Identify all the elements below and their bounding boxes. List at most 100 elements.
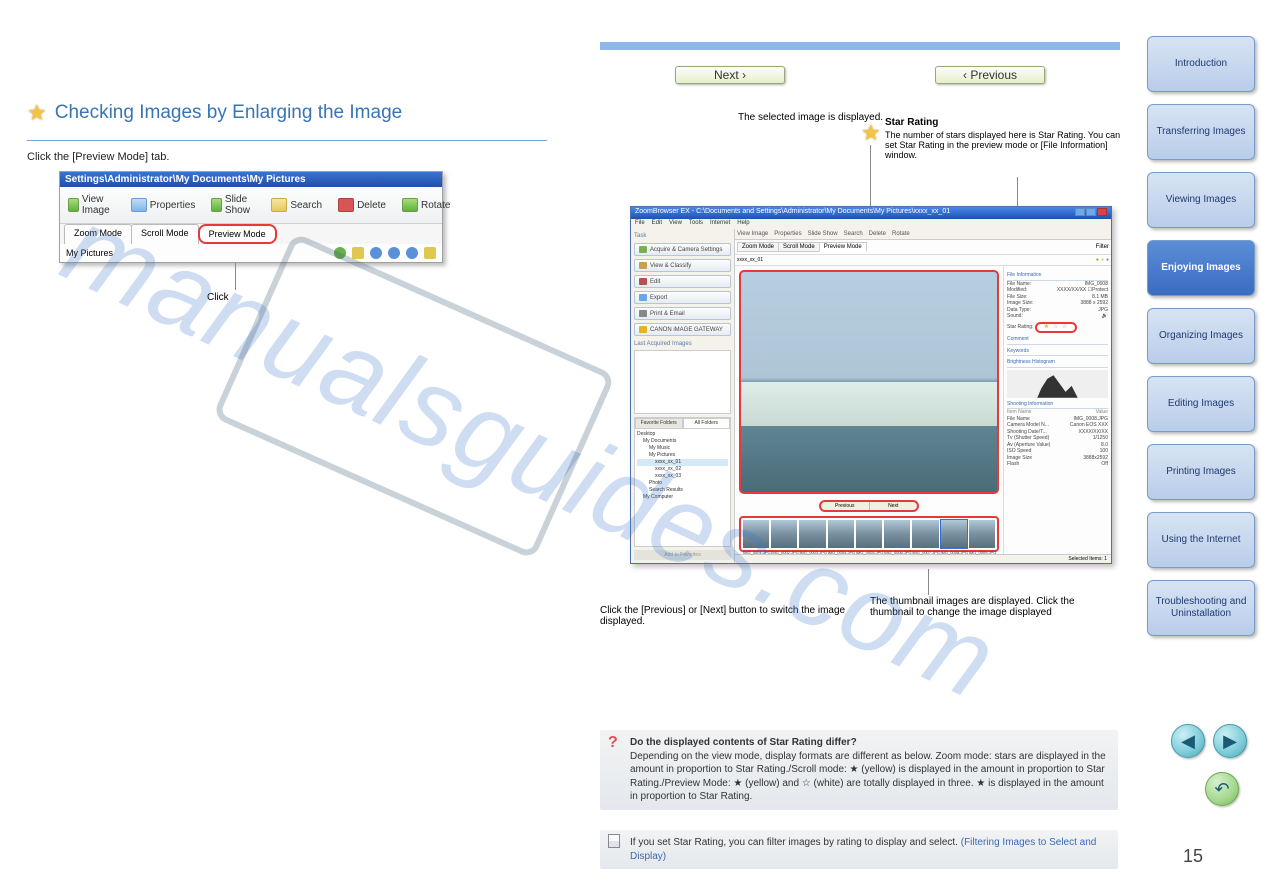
nav-internet[interactable]: Using the Internet [1147, 512, 1255, 568]
close-icon[interactable] [1097, 208, 1107, 216]
folder-xx02[interactable]: xxxx_xx_02 [637, 466, 728, 473]
folder-desktop[interactable]: Desktop [637, 431, 728, 438]
nav-up-icon[interactable]: ● [1106, 257, 1109, 263]
tasks-header: Task [634, 232, 731, 240]
maximize-icon[interactable] [1086, 208, 1096, 216]
caption-thumbs: The thumbnail images are displayed. Clic… [870, 596, 1120, 618]
app-preview-tab[interactable]: Preview Mode [819, 242, 867, 252]
nav-enjoying[interactable]: Enjoying Images [1147, 240, 1255, 296]
folder-pictures[interactable]: My Pictures [637, 452, 728, 459]
minimize-icon[interactable] [1075, 208, 1085, 216]
nav-introduction[interactable]: Introduction [1147, 36, 1255, 92]
bar-previous-button[interactable]: Previous [821, 502, 870, 510]
next-button[interactable]: Next › [675, 66, 785, 84]
keywords-header[interactable]: Keywords [1007, 347, 1108, 357]
previous-button[interactable]: ‹ Previous [935, 66, 1045, 84]
favorite-folders-tab[interactable]: Favorite Folders [635, 418, 683, 429]
page-forward-button[interactable]: ▶ [1213, 724, 1247, 758]
task-export[interactable]: Export [634, 291, 731, 304]
thumb-2[interactable]: IMG_0002.JPG [771, 520, 797, 548]
bar-next-button[interactable]: Next [870, 502, 918, 510]
nav-organizing[interactable]: Organizing Images [1147, 308, 1255, 364]
last-acquired-header: Last Acquired Images [634, 341, 731, 347]
thumb-4[interactable]: IMG_0004.JPG [828, 520, 854, 548]
task-print-email[interactable]: Print & Email [634, 307, 731, 320]
view-image-icon [68, 198, 79, 212]
app-scroll-tab[interactable]: Scroll Mode [778, 242, 820, 252]
task-gateway[interactable]: CANON iMAGE GATEWAY [634, 323, 731, 336]
folder-xx01[interactable]: xxxx_xx_01 [637, 459, 728, 466]
folder-documents[interactable]: My Documents [637, 438, 728, 445]
task-view-classify[interactable]: View & Classify [634, 259, 731, 272]
mt-slide-show[interactable]: Slide Show [808, 231, 838, 237]
menu-internet[interactable]: Internet [710, 220, 730, 228]
thumb-7[interactable]: IMG_0007.JPG [912, 520, 938, 548]
task-acquire[interactable]: Acquire & Camera Settings [634, 243, 731, 256]
mt-properties[interactable]: Properties [774, 231, 801, 237]
star-rating-widget[interactable]: ★ ☆ ☆ [1035, 322, 1077, 334]
info-icon[interactable] [406, 247, 418, 259]
forward-icon[interactable] [352, 247, 364, 259]
thumb-1[interactable]: IMG_0001.JPG [743, 520, 769, 548]
preview-mode-tab[interactable]: Preview Mode [198, 224, 277, 244]
shooting-info-header: Shooting Information [1007, 400, 1108, 410]
menu-tools[interactable]: Tools [689, 220, 703, 228]
thumb-8[interactable]: IMG_0008.JPG [941, 520, 967, 548]
task-edit[interactable]: Edit [634, 275, 731, 288]
page-back-button[interactable]: ◀ [1171, 724, 1205, 758]
camera-icon [639, 246, 647, 253]
nav-viewing[interactable]: Viewing Images [1147, 172, 1255, 228]
mt-search[interactable]: Search [844, 231, 863, 237]
thumb-3[interactable]: IMG_0003.JPG [799, 520, 825, 548]
nav-printing[interactable]: Printing Images [1147, 444, 1255, 500]
mt-rotate[interactable]: Rotate [892, 231, 910, 237]
mt-view-image[interactable]: View Image [737, 231, 768, 237]
select-icon[interactable] [424, 247, 436, 259]
slide-show-button[interactable]: Slide Show [207, 193, 259, 217]
delete-button[interactable]: Delete [334, 193, 390, 217]
thumb-6[interactable]: IMG_0006.JPG [884, 520, 910, 548]
nav-troubleshooting[interactable]: Troubleshooting and Uninstallation [1147, 580, 1255, 636]
all-folders-tab[interactable]: All Folders [683, 418, 731, 429]
folder-search-results[interactable]: Search Results [637, 487, 728, 494]
nav-back-icon[interactable]: ● [1096, 257, 1099, 263]
menu-edit[interactable]: Edit [652, 220, 662, 228]
file-info-header: File Information [1007, 271, 1108, 281]
filter-label[interactable]: Filter [1096, 244, 1109, 250]
thumb-9[interactable]: IMG_0009.JPG [969, 520, 995, 548]
thumb-5[interactable]: IMG_0005.JPG [856, 520, 882, 548]
zoom-mode-tab[interactable]: Zoom Mode [64, 224, 132, 244]
zoom-icon[interactable] [388, 247, 400, 259]
nav-fwd-icon[interactable]: ● [1101, 257, 1104, 263]
menu-view[interactable]: View [669, 220, 682, 228]
app-zoom-tab[interactable]: Zoom Mode [737, 242, 779, 252]
nav-editing[interactable]: Editing Images [1147, 376, 1255, 432]
view-image-button[interactable]: View Image [64, 193, 119, 217]
folder-photo[interactable]: Photo [637, 480, 728, 487]
back-icon[interactable] [334, 247, 346, 259]
note-icon [608, 834, 620, 848]
add-to-favorites[interactable]: Add to Favorites [634, 550, 731, 560]
page-return-button[interactable]: ↶ [1205, 772, 1239, 806]
app-menubar: File Edit View Tools Internet Help [631, 219, 1111, 229]
nav-transferring[interactable]: Transferring Images [1147, 104, 1255, 160]
folders-panel: Favorite Folders All Folders Desktop My … [634, 417, 731, 547]
menu-help[interactable]: Help [737, 220, 749, 228]
page-nav-buttons: ◀ ▶ [1171, 724, 1247, 758]
window-controls [1075, 208, 1107, 218]
folder-computer[interactable]: My Computer [637, 494, 728, 501]
mt-delete[interactable]: Delete [869, 231, 886, 237]
up-icon[interactable] [370, 247, 382, 259]
folder-music[interactable]: My Music [637, 445, 728, 452]
rotate-button[interactable]: Rotate [398, 193, 454, 217]
menu-file[interactable]: File [635, 220, 645, 228]
print-icon [639, 310, 647, 317]
callout-line-thumbs [928, 569, 929, 595]
search-button[interactable]: Search [267, 193, 326, 217]
scroll-mode-tab[interactable]: Scroll Mode [131, 224, 199, 244]
comment-header[interactable]: Comment [1007, 335, 1108, 345]
histogram [1007, 370, 1108, 398]
breadcrumb-row: My Pictures [60, 244, 442, 262]
folder-xx03[interactable]: xxxx_xx_03 [637, 473, 728, 480]
properties-button[interactable]: Properties [127, 193, 200, 217]
